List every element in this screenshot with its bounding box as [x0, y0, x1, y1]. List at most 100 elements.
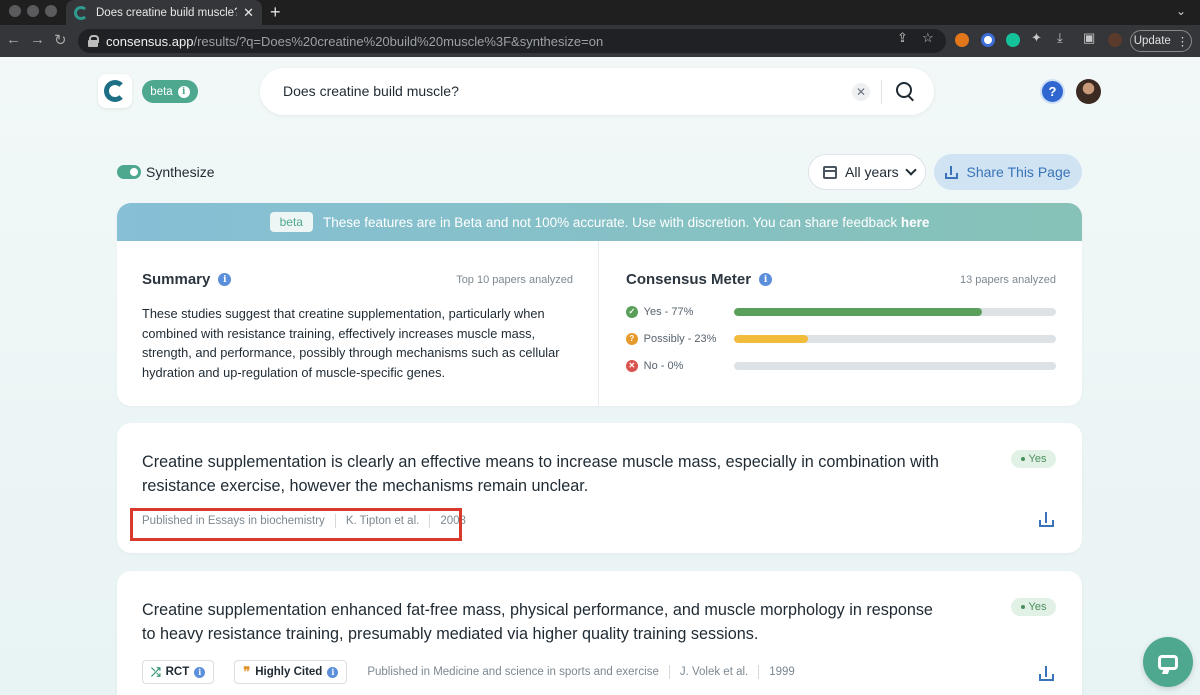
summary-panel: Summary i Top 10 papers analyzed These s…	[117, 241, 599, 406]
info-icon: i	[194, 666, 206, 678]
window-zoom-dot[interactable]	[45, 5, 57, 17]
help-button[interactable]: ?	[1040, 79, 1065, 104]
browser-tab[interactable]: Does creatine build muscle? - C ✕	[66, 0, 262, 25]
address-bar[interactable]: consensus.app /results/?q=Does%20creatin…	[78, 29, 946, 53]
tab-close-icon[interactable]: ✕	[243, 5, 254, 21]
sidebar-icon[interactable]: ▣	[1083, 30, 1095, 46]
lock-icon	[88, 35, 99, 47]
more-vertical-icon: ⋮	[1176, 36, 1189, 48]
banner-beta-pill: beta	[269, 212, 313, 232]
tag-label: RCT	[165, 666, 190, 678]
meter-track	[734, 334, 1056, 343]
update-button[interactable]: Update ⋮	[1130, 30, 1192, 52]
year-label: 1999	[769, 666, 795, 678]
banner-message: These features are in Beta and not 100% …	[322, 214, 898, 230]
consensus-logo[interactable]	[98, 74, 132, 108]
consensus-logo-icon	[104, 80, 126, 102]
meter-row: ✕ No - 0%	[626, 352, 1056, 379]
chat-icon	[1158, 654, 1178, 670]
summary-title: Summary	[142, 271, 211, 288]
meta-divider	[758, 665, 760, 679]
metamask-extension-icon[interactable]	[955, 33, 969, 47]
search-input[interactable]	[283, 81, 843, 101]
synthesize-label: Synthesize	[146, 164, 215, 180]
extensions-puzzle-icon[interactable]: ✦	[1031, 30, 1042, 46]
info-icon: i	[327, 666, 339, 678]
consensus-favicon-icon	[74, 5, 88, 20]
meta-divider	[668, 665, 670, 679]
meter-row: ? Possibly - 23%	[626, 325, 1056, 352]
banner-text: These features are in Beta and not 100% …	[323, 215, 929, 230]
new-tab-icon[interactable]: +	[270, 2, 281, 23]
verdict-badge: Yes	[1011, 598, 1056, 616]
bookmark-star-icon[interactable]: ☆	[922, 30, 934, 46]
meter-title: Consensus Meter	[626, 271, 752, 288]
profile-avatar-icon[interactable]	[1108, 33, 1122, 47]
years-filter-dropdown[interactable]: All years	[808, 154, 926, 190]
quote-icon: ❞	[243, 664, 251, 680]
result-claim[interactable]: Creatine supplementation is clearly an e…	[142, 450, 942, 498]
share-upload-icon	[945, 165, 959, 179]
beta-banner: beta These features are in Beta and not …	[117, 203, 1082, 241]
share-page-icon[interactable]: ⇪	[897, 30, 908, 46]
result-card[interactable]: Creatine supplementation is clearly an e…	[117, 423, 1082, 553]
verdict-badge: Yes	[1011, 450, 1056, 468]
share-result-icon[interactable]	[1039, 666, 1054, 681]
meter-meta: 13 papers analyzed	[959, 273, 1056, 286]
feedback-link[interactable]: here	[901, 215, 930, 230]
meter-track	[734, 361, 1056, 370]
browser-toolbar: ← → ↻ consensus.app /results/?q=Does%20c…	[0, 25, 1200, 57]
rct-tag[interactable]: ⤮ RCT i	[142, 660, 215, 684]
meter-fill	[734, 307, 982, 316]
meter-row: ✓ Yes - 77%	[626, 298, 1056, 325]
shuffle-icon: ⤮	[151, 664, 161, 679]
search-divider	[881, 80, 882, 104]
update-label: Update	[1133, 35, 1171, 47]
journal-label[interactable]: Published in Medicine and science in spo…	[367, 666, 659, 678]
share-page-label: Share This Page	[966, 164, 1071, 180]
synthesize-toggle[interactable]	[117, 165, 141, 179]
search-icon[interactable]	[895, 81, 915, 101]
x-icon: ✕	[626, 359, 638, 372]
meter-info-icon[interactable]: i	[759, 273, 773, 286]
meter-track	[734, 307, 1056, 316]
question-icon: ?	[626, 332, 638, 345]
tab-menu-chevron-icon[interactable]: ⌄	[1176, 4, 1186, 18]
meter-rows: ✓ Yes - 77%? Possibly - 23% ✕ No - 0%	[626, 298, 1056, 379]
clear-search-icon[interactable]: ✕	[852, 83, 870, 101]
back-arrow-icon[interactable]: ←	[6, 31, 21, 48]
search-bar	[260, 68, 934, 115]
tag-label: Highly Cited	[255, 666, 323, 678]
info-icon: i	[177, 85, 190, 98]
summary-meta: Top 10 papers analyzed	[456, 273, 573, 286]
result-claim[interactable]: Creatine supplementation enhanced fat-fr…	[142, 598, 942, 646]
window-close-dot[interactable]	[9, 5, 21, 17]
reload-icon[interactable]: ↻	[54, 31, 67, 49]
chevron-down-icon	[905, 164, 917, 176]
highly-cited-tag[interactable]: ❞ Highly Cited i	[234, 660, 348, 684]
chat-support-button[interactable]	[1143, 637, 1193, 687]
window-minimize-dot[interactable]	[27, 5, 39, 17]
share-result-icon[interactable]	[1039, 512, 1054, 527]
calendar-icon	[823, 165, 837, 179]
analysis-card: beta These features are in Beta and not …	[117, 203, 1082, 406]
beta-label: beta	[150, 85, 173, 98]
summary-text: These studies suggest that creatine supp…	[142, 306, 560, 380]
download-icon[interactable]: ⤓	[1057, 30, 1063, 46]
browser-tab-bar: Does creatine build muscle? - C ✕ + ⌄	[0, 0, 1200, 25]
extension-ring-icon[interactable]	[981, 33, 995, 47]
beta-badge[interactable]: beta i	[142, 80, 198, 103]
result-card[interactable]: Creatine supplementation enhanced fat-fr…	[117, 571, 1082, 695]
result-meta: ⤮ RCT i ❞ Highly Cited i Published in Me…	[142, 660, 795, 684]
forward-arrow-icon[interactable]: →	[30, 31, 45, 48]
url-path: /results/?q=Does%20creatine%20build%20mu…	[193, 33, 604, 49]
meter-fill	[734, 334, 809, 343]
summary-info-icon[interactable]: i	[218, 273, 232, 286]
consensus-meter-panel: Consensus Meter i 13 papers analyzed ✓ Ye…	[600, 241, 1082, 406]
authors-label: J. Volek et al.	[679, 666, 749, 678]
user-avatar[interactable]	[1076, 79, 1101, 104]
grammarly-extension-icon[interactable]	[1006, 33, 1020, 47]
help-icon: ?	[1048, 84, 1057, 99]
share-page-button[interactable]: Share This Page	[934, 154, 1082, 190]
meter-label: Yes - 77%	[643, 305, 694, 318]
